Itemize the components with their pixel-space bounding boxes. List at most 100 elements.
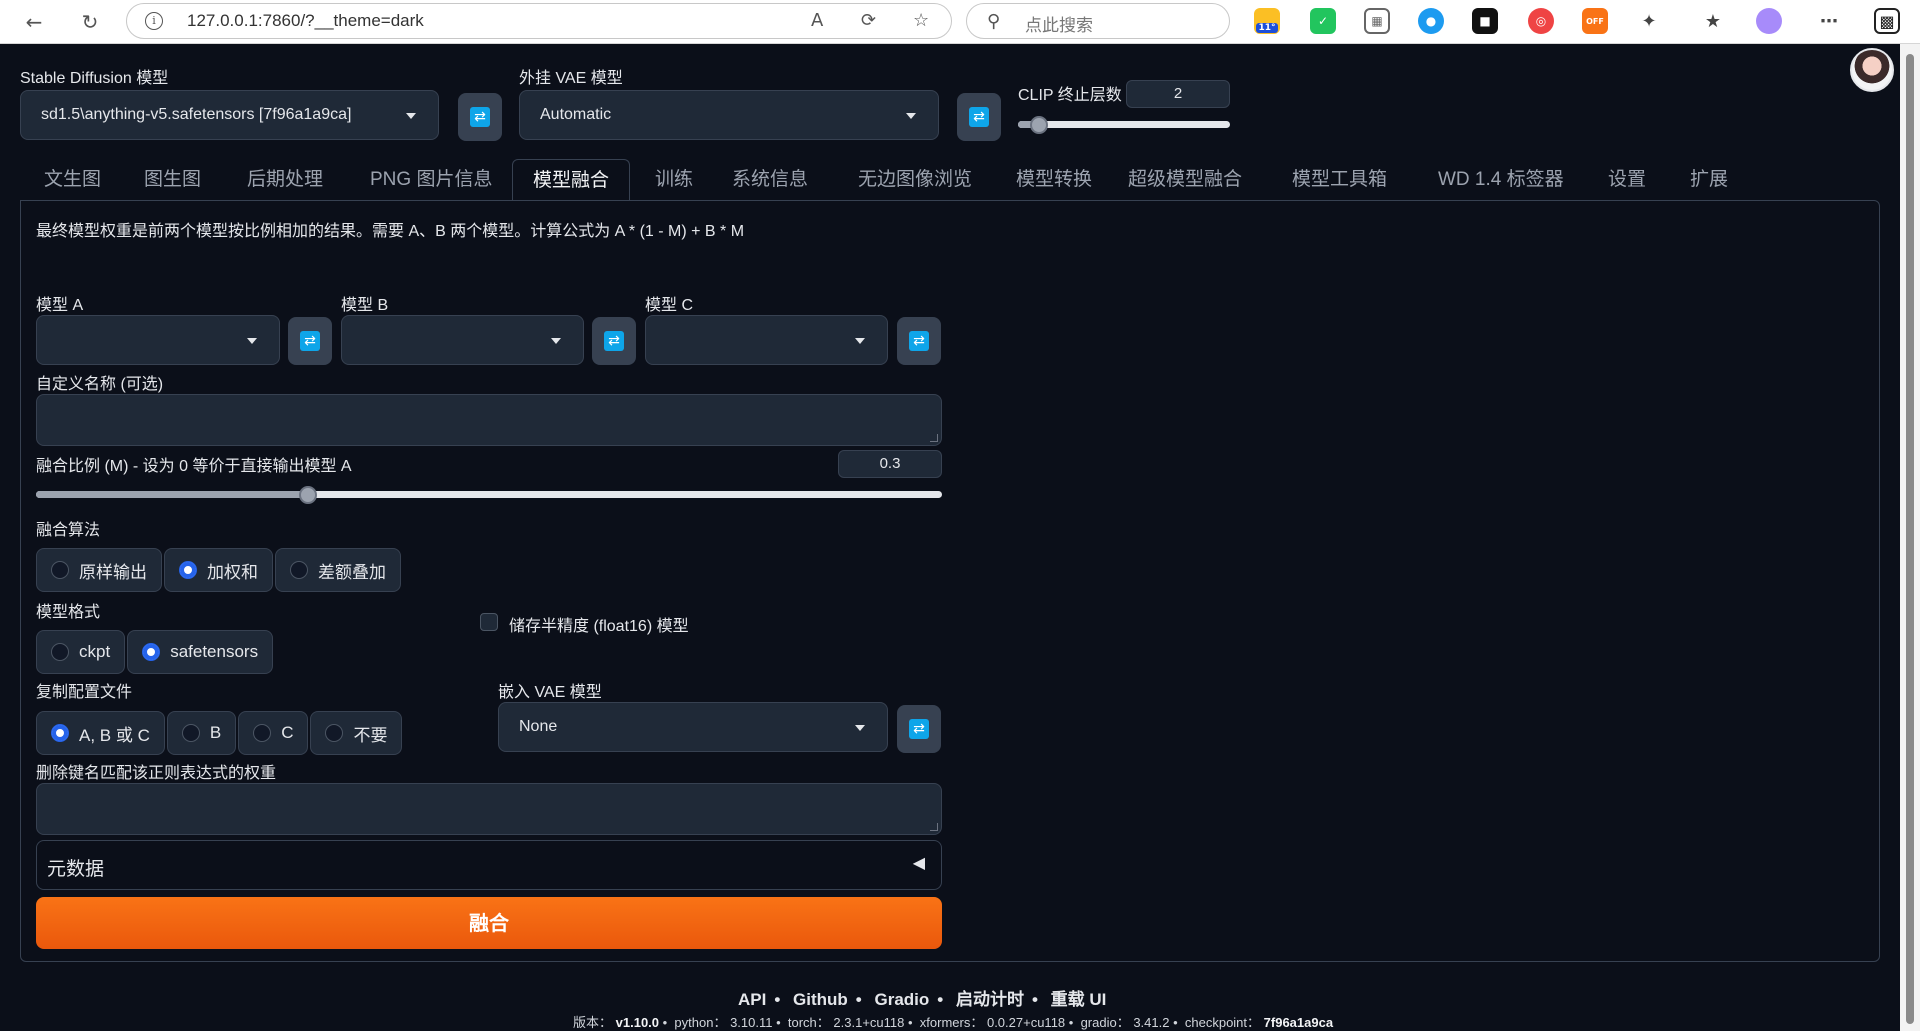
merge-button[interactable]: 融合 — [36, 897, 942, 949]
off-badge: OFF — [1586, 16, 1604, 26]
tab-11[interactable]: WD 1.4 标签器 — [1418, 159, 1584, 201]
chevron-down-icon — [406, 113, 416, 119]
caret-left-icon: ◀ — [912, 853, 925, 872]
ratio-label: 融合比例 (M) - 设为 0 等价于直接输出模型 A — [36, 458, 352, 475]
favorites-icon[interactable]: ★ — [1700, 8, 1726, 34]
collections-icon[interactable]: ▦ — [1364, 8, 1390, 34]
config-option-abc[interactable]: A, B 或 C — [36, 711, 165, 755]
checkpoint-prefix: checkpoint： — [1184, 1015, 1261, 1030]
weather-icon[interactable]: 11° — [1254, 8, 1280, 34]
extension-off-icon[interactable]: OFF — [1582, 8, 1608, 34]
bake-vae-dropdown[interactable]: None — [498, 702, 888, 752]
back-icon[interactable]: ← — [18, 6, 50, 38]
vae-label: 外挂 VAE 模型 — [519, 70, 623, 87]
radio-dot — [290, 561, 308, 579]
favorite-star-icon[interactable]: ☆ — [913, 10, 929, 31]
refresh-bake-vae-button[interactable]: ⇄ — [897, 705, 941, 753]
config-option-none[interactable]: 不要 — [310, 711, 403, 755]
format-option-safetensors[interactable]: safetensors — [127, 630, 274, 674]
extension-blue-icon[interactable]: ● — [1418, 8, 1444, 34]
model-c-label: 模型 C — [645, 297, 694, 314]
torch-value: 2.3.1+cu118 — [833, 1015, 905, 1030]
model-a-dropdown[interactable] — [36, 315, 280, 365]
model-c-dropdown[interactable] — [645, 315, 888, 365]
extension-target-icon[interactable]: ◎ — [1528, 8, 1554, 34]
clip-skip-slider-thumb[interactable] — [1030, 116, 1048, 134]
format-option-ckpt[interactable]: ckpt — [36, 630, 126, 674]
model-b-dropdown[interactable] — [341, 315, 584, 365]
sidebar-toggle-icon[interactable]: ▩ — [1874, 8, 1900, 34]
reload-icon[interactable]: ↻ — [74, 6, 106, 38]
address-bar[interactable]: i 127.0.0.1:7860/?__theme=dark A ⟳ ☆ — [126, 3, 952, 39]
config-option-label: B — [209, 723, 222, 742]
save-float16-label: 储存半精度 (float16) 模型 — [509, 618, 689, 635]
bake-vae-value: None — [519, 718, 558, 735]
ratio-slider[interactable] — [36, 486, 942, 504]
page-scrollbar[interactable] — [1900, 44, 1920, 1031]
vae-dropdown[interactable]: Automatic — [519, 90, 939, 140]
tab-9[interactable]: 超级模型融合 — [1108, 159, 1262, 201]
config-option-label: 不要 — [353, 725, 388, 745]
radio-dot — [51, 643, 69, 661]
read-aloud-icon[interactable]: A — [811, 10, 823, 31]
model-format-radio-group: ckpt safetensors — [36, 630, 274, 674]
scrollbar-thumb[interactable] — [1906, 54, 1914, 1024]
refresh-model-c-button[interactable]: ⇄ — [897, 317, 941, 365]
extension-shield-icon[interactable]: ✓ — [1310, 8, 1336, 34]
clip-skip-input[interactable]: 2 — [1126, 80, 1230, 108]
gradio-prefix: gradio： — [1080, 1015, 1130, 1030]
algo-option-no-interpolation[interactable]: 原样输出 — [36, 548, 162, 592]
clip-skip-slider[interactable] — [1018, 116, 1230, 134]
tab-5[interactable]: 训练 — [635, 159, 713, 201]
tab-1[interactable]: 图生图 — [124, 159, 221, 201]
save-float16-checkbox[interactable] — [480, 613, 498, 631]
tab-10[interactable]: 模型工具箱 — [1272, 159, 1407, 201]
refresh-icon: ⇄ — [969, 107, 989, 127]
site-info-icon[interactable]: i — [145, 12, 163, 30]
radio-dot — [253, 724, 272, 742]
discard-weights-field[interactable] — [36, 783, 942, 835]
tab-13[interactable]: 扩展 — [1670, 159, 1748, 201]
ratio-input[interactable]: 0.3 — [838, 450, 942, 478]
footer-link-github[interactable]: Github — [793, 990, 848, 1009]
config-option-b[interactable]: B — [166, 711, 237, 755]
user-avatar[interactable] — [1850, 48, 1894, 92]
radio-dot-selected — [142, 643, 161, 661]
profile-avatar-icon[interactable] — [1756, 8, 1782, 34]
model-b-label: 模型 B — [341, 297, 389, 314]
vae-value: Automatic — [540, 106, 612, 123]
algo-option-add-difference[interactable]: 差额叠加 — [275, 548, 401, 592]
tab-0[interactable]: 文生图 — [24, 159, 121, 201]
tab-7[interactable]: 无边图像浏览 — [838, 159, 992, 201]
tab-6[interactable]: 系统信息 — [712, 159, 828, 201]
refresh-model-b-button[interactable]: ⇄ — [592, 317, 636, 365]
tab-3[interactable]: PNG 图片信息 — [350, 159, 512, 201]
refresh-vae-button[interactable]: ⇄ — [957, 93, 1001, 141]
refresh-model-a-button[interactable]: ⇄ — [288, 317, 332, 365]
footer-link-gradio[interactable]: Gradio — [874, 990, 929, 1009]
footer-link-reload-ui[interactable]: 重载 UI — [1051, 990, 1107, 1009]
browser-search-box[interactable]: ⚲ 点此搜索 — [966, 3, 1230, 39]
resize-grip-icon[interactable] — [930, 434, 938, 442]
sd-model-dropdown[interactable]: sd1.5\anything-v5.safetensors [7f96a1a9c… — [20, 90, 439, 140]
config-option-c[interactable]: C — [238, 711, 309, 755]
chevron-down-icon — [551, 338, 561, 344]
refresh-icon: ⇄ — [470, 107, 490, 127]
more-menu-icon[interactable]: ⋯ — [1816, 8, 1842, 34]
resize-grip-icon[interactable] — [930, 823, 938, 831]
ratio-slider-thumb[interactable] — [299, 486, 317, 504]
footer-link-api[interactable]: API — [738, 990, 766, 1009]
tab-4[interactable]: 模型融合 — [512, 159, 631, 201]
extensions-puzzle-icon[interactable]: ✦ — [1636, 8, 1662, 34]
footer-link-startup-profile[interactable]: 启动计时 — [956, 990, 1024, 1009]
metadata-accordion[interactable]: 元数据 ◀ — [36, 840, 942, 890]
copy-config-radio-group: A, B 或 C B C 不要 — [36, 711, 403, 755]
tab-2[interactable]: 后期处理 — [227, 159, 343, 201]
tab-12[interactable]: 设置 — [1588, 159, 1666, 201]
browser-essentials-icon[interactable]: ⟳ — [861, 10, 876, 31]
refresh-sd-model-button[interactable]: ⇄ — [458, 93, 502, 141]
custom-name-field[interactable] — [36, 394, 942, 446]
extension-dark-icon[interactable]: ■ — [1472, 8, 1498, 34]
tab-8[interactable]: 模型转换 — [996, 159, 1112, 201]
algo-option-weighted-sum[interactable]: 加权和 — [164, 548, 273, 592]
